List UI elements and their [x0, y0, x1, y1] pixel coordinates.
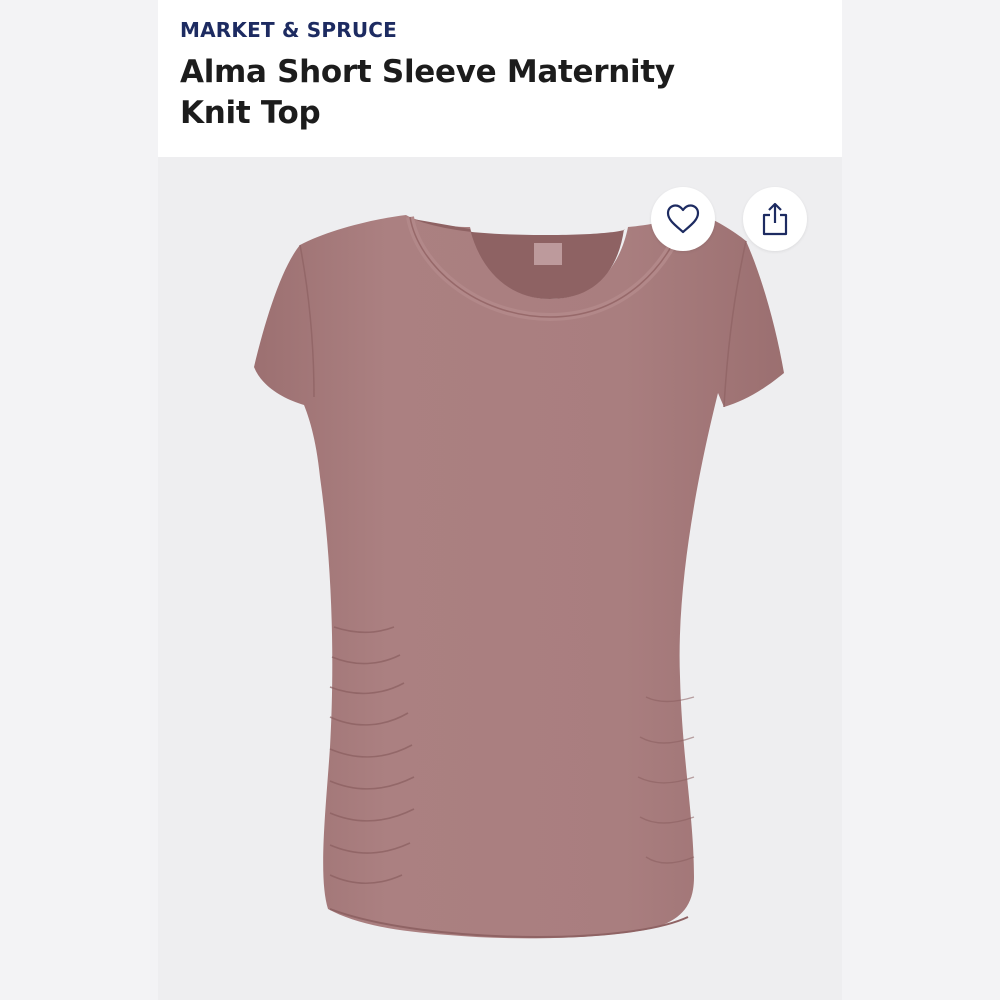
right-margin [842, 0, 1000, 1000]
heart-icon [665, 203, 701, 235]
share-icon [760, 201, 790, 237]
favorite-button[interactable] [651, 187, 715, 251]
share-button[interactable] [743, 187, 807, 251]
product-header: MARKET & SPRUCE Alma Short Sleeve Matern… [158, 0, 842, 157]
garment-label [534, 243, 562, 265]
product-title: Alma Short Sleeve Maternity Knit Top [180, 54, 675, 131]
product-image[interactable] [158, 157, 842, 1000]
garment-body [254, 211, 784, 939]
garment-image [254, 211, 784, 939]
brand-link[interactable]: MARKET & SPRUCE [180, 17, 820, 43]
product-card: MARKET & SPRUCE Alma Short Sleeve Matern… [158, 0, 842, 1000]
left-margin [0, 0, 158, 1000]
